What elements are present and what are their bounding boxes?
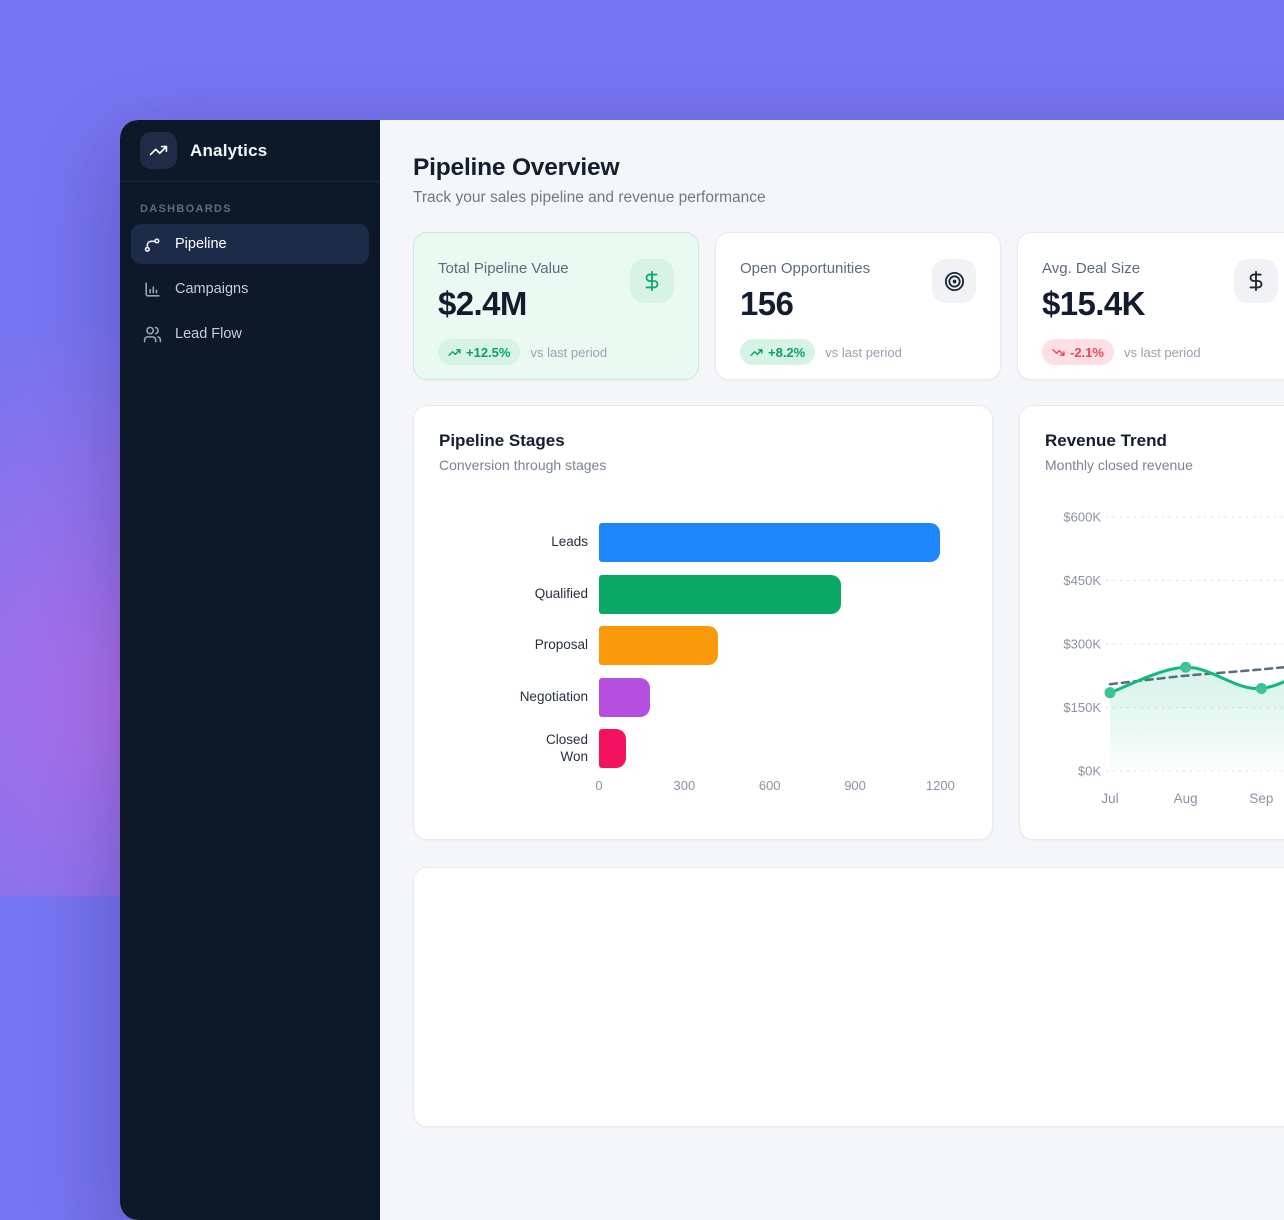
category-label: Negotiation [438,678,588,717]
kpi-card-total-pipeline-value: Total Pipeline Value $2.4M +12.5% vs las… [413,232,699,380]
x-axis-tick: 300 [673,778,695,793]
dollar-icon [641,270,663,292]
sidebar: Analytics DASHBOARDS Pipeline Campaigns [120,120,380,1220]
compare-text: vs last period [530,345,607,360]
brand-name: Analytics [190,141,267,161]
sidebar-item-lead-flow[interactable]: Lead Flow [131,314,369,354]
x-axis-label: Sep [1249,791,1273,806]
x-axis-label: Aug [1174,791,1198,806]
bar-chart-icon [143,280,162,299]
page-subtitle: Track your sales pipeline and revenue pe… [413,189,1284,207]
delta-badge: +8.2% [740,339,815,365]
dollar-icon [1245,270,1267,292]
sidebar-section-label: DASHBOARDS [140,203,360,215]
kpi-row: Total Pipeline Value $2.4M +12.5% vs las… [413,232,1284,380]
revenue-trend-chart: $0K $150K $300K $450K $600K Jul Aug Sep [1020,406,1284,841]
page-title: Pipeline Overview [413,154,1284,182]
trending-up-icon [149,141,168,160]
funnel-bar-leads [599,523,940,562]
y-axis-label: $150K [1063,700,1101,715]
app-window: Analytics DASHBOARDS Pipeline Campaigns [120,120,1284,1220]
kpi-icon-tile [630,259,674,303]
compare-text: vs last period [825,345,902,360]
sidebar-item-pipeline[interactable]: Pipeline [131,224,369,264]
pipeline-icon [143,235,162,254]
target-icon [943,270,966,293]
trending-down-icon [1052,346,1065,359]
kpi-footer: +8.2% vs last period [740,339,976,365]
x-axis-tick: 900 [844,778,866,793]
kpi-icon-tile [932,259,976,303]
x-axis-tick: 1200 [926,778,955,793]
delta-badge: +12.5% [438,339,520,365]
sidebar-item-label: Campaigns [175,281,248,297]
trending-up-icon [750,346,763,359]
sidebar-item-label: Lead Flow [175,326,242,342]
data-point [1105,687,1116,698]
main-content: Pipeline Overview Track your sales pipel… [380,120,1284,1220]
x-axis-tick: 600 [759,778,781,793]
y-axis-label: $450K [1063,573,1101,588]
brand-logo [140,132,177,169]
funnel-bar-qualified [599,575,841,614]
kpi-card-avg-deal-size: Avg. Deal Size $15.4K -2.1% vs last peri… [1017,232,1284,380]
users-icon [143,325,162,344]
x-axis-label: Jul [1101,791,1118,806]
category-label: Leads [438,523,588,562]
category-label: ClosedWon [438,729,588,768]
kpi-footer: -2.1% vs last period [1042,339,1278,365]
sidebar-brand: Analytics [120,120,380,182]
charts-row: Pipeline Stages Conversion through stage… [413,405,1284,840]
funnel-bar-proposal [599,626,718,665]
x-axis-tick: 0 [595,778,602,793]
trending-up-icon [448,346,461,359]
pipeline-stages-chart: Leads Qualified Proposal Negotiation ClosedW… [414,406,992,839]
bottom-card [413,867,1284,1127]
compare-text: vs last period [1124,345,1201,360]
funnel-bar-closed-won [599,729,626,768]
data-point [1256,683,1267,694]
kpi-footer: +12.5% vs last period [438,339,674,365]
sidebar-nav: Pipeline Campaigns Lead Flow [120,224,380,354]
sidebar-item-label: Pipeline [175,236,227,252]
revenue-trend-card: Revenue Trend Monthly closed revenue $0K… [1019,405,1284,840]
y-axis-label: $0K [1078,764,1101,779]
kpi-card-open-opportunities: Open Opportunities 156 +8.2% vs last per… [715,232,1001,380]
kpi-icon-tile [1234,259,1278,303]
y-axis-label: $300K [1063,637,1101,652]
category-label: Proposal [438,626,588,665]
sidebar-item-campaigns[interactable]: Campaigns [131,269,369,309]
delta-badge: -2.1% [1042,339,1114,365]
category-label: Qualified [438,575,588,614]
funnel-bar-negotiation [599,678,650,717]
y-axis-label: $600K [1063,510,1101,525]
pipeline-stages-card: Pipeline Stages Conversion through stage… [413,405,993,840]
data-point [1180,662,1191,673]
